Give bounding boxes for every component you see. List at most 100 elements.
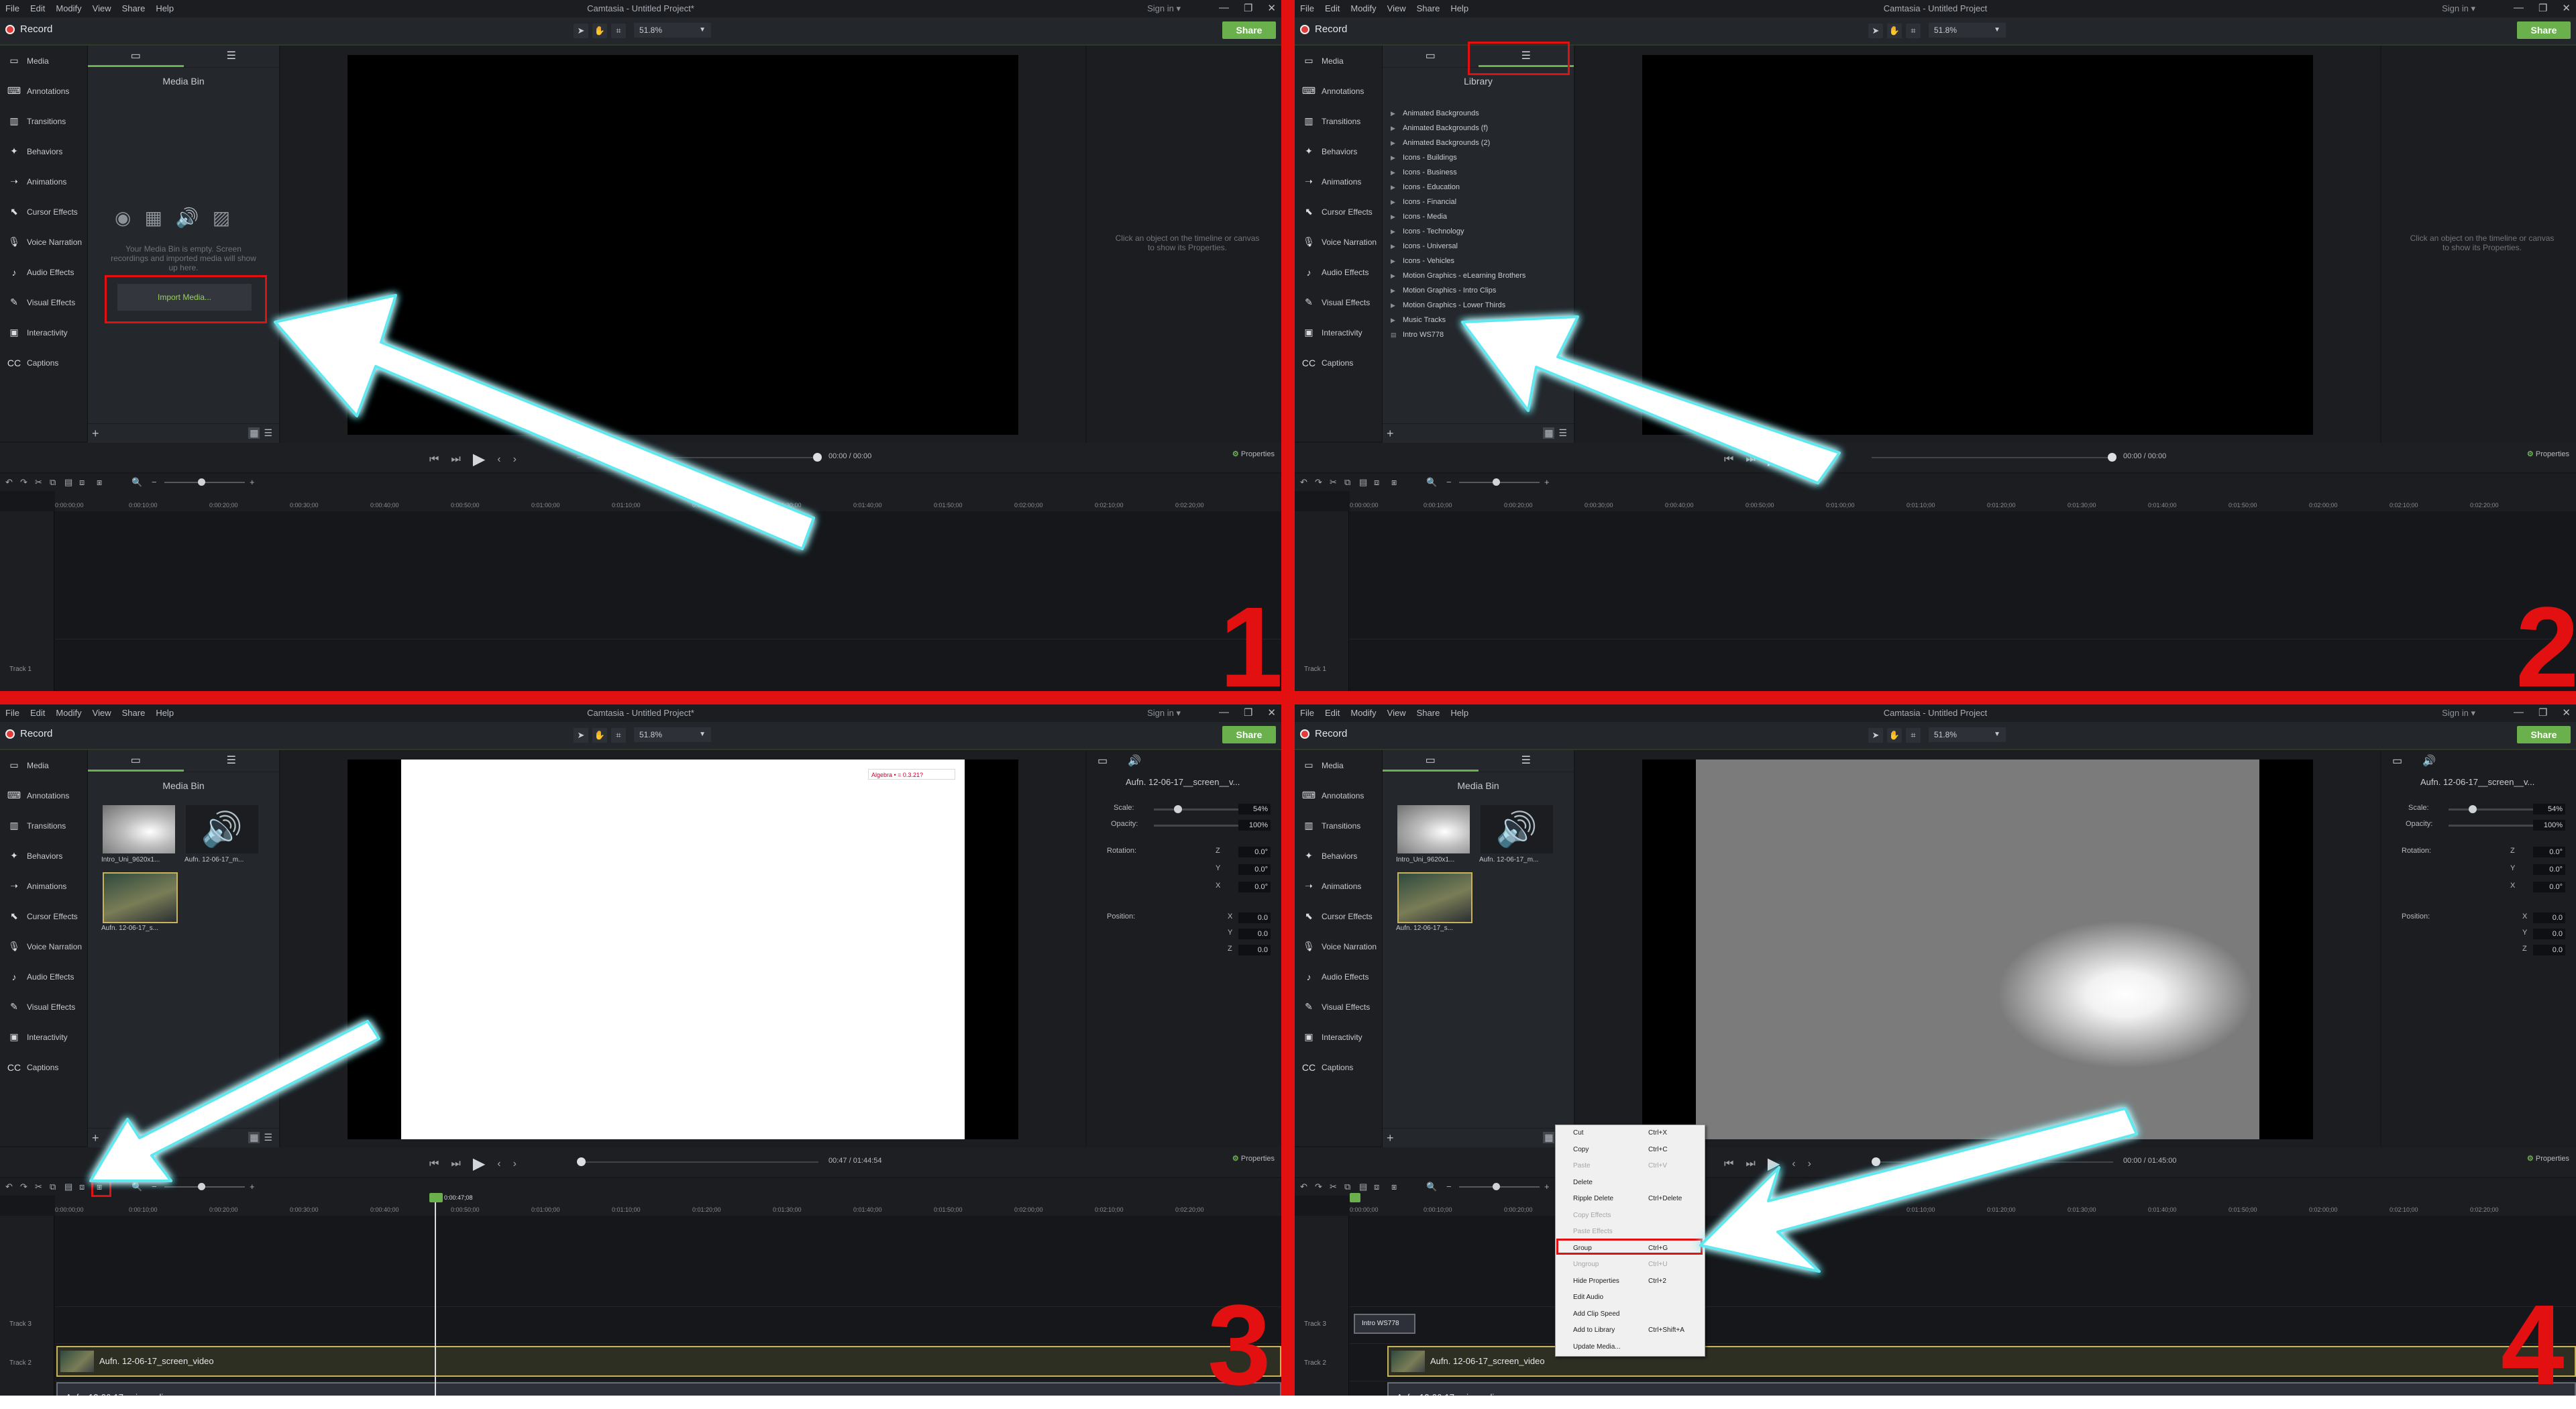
step-forward-icon[interactable]: ⏭: [451, 1158, 460, 1170]
share-button[interactable]: Share: [2517, 726, 2571, 743]
scrubber-knob[interactable]: [577, 1157, 586, 1166]
tool-item-voice-narration[interactable]: 🎙 Voice Narration: [1295, 931, 1382, 961]
undo-icon[interactable]: ↶: [5, 477, 13, 488]
menu-item-paste-effects[interactable]: Paste Effects: [1556, 1224, 1705, 1241]
tool-item-voice-narration[interactable]: 🎙 Voice Narration: [1295, 227, 1382, 257]
play-icon[interactable]: ▶: [1768, 1154, 1780, 1173]
step-forward-icon[interactable]: ⏭: [1746, 1158, 1755, 1170]
next-icon[interactable]: ›: [1808, 454, 1811, 466]
next-icon[interactable]: ›: [1808, 1158, 1811, 1170]
opacity-value[interactable]: 100%: [2533, 820, 2565, 831]
list-view-icon[interactable]: ☰: [264, 427, 272, 439]
record-button[interactable]: Record: [5, 23, 52, 35]
tab-library[interactable]: ☰: [184, 46, 280, 67]
timeline-ruler[interactable]: 0:00:00;000:00:10;000:00:20;000:00:30;00…: [1350, 1196, 2576, 1216]
tool-item-visual-effects[interactable]: ✎ Visual Effects: [1295, 287, 1382, 317]
record-button[interactable]: Record: [5, 728, 52, 739]
step-back-icon[interactable]: ⏮: [429, 454, 439, 466]
audio-props-tab-icon[interactable]: 🔊: [1128, 754, 1141, 768]
visual-props-tab-icon[interactable]: ▭: [1097, 754, 1108, 768]
tool-item-captions[interactable]: CC Captions: [1295, 348, 1382, 378]
tool-item-behaviors[interactable]: ✦ Behaviors: [1295, 136, 1382, 166]
library-item[interactable]: ▶ Icons - Buildings: [1383, 150, 1574, 165]
tool-item-transitions[interactable]: ▥ Transitions: [0, 811, 87, 841]
media-thumb-screen[interactable]: [1397, 872, 1472, 923]
tool-item-interactivity[interactable]: ▣ Interactivity: [0, 1022, 87, 1052]
redo-icon[interactable]: ↷: [1315, 1182, 1322, 1192]
audio-clip[interactable]: Aufn. 12-06-17_mic_audio: [56, 1382, 1281, 1396]
library-item[interactable]: ▶ Icons - Technology: [1383, 224, 1574, 239]
screen-recording-frame[interactable]: Algebra • = 0.3.21?: [401, 760, 965, 1139]
track-2-label[interactable]: Track 2: [1295, 1359, 1348, 1367]
tool-item-visual-effects[interactable]: ✎ Visual Effects: [0, 287, 87, 317]
next-icon[interactable]: ›: [513, 454, 517, 466]
timeline-zoom-knob[interactable]: [1493, 1183, 1500, 1190]
tool-item-interactivity[interactable]: ▣ Interactivity: [0, 317, 87, 348]
close-icon[interactable]: ✕: [1267, 2, 1276, 14]
playhead-handle[interactable]: [429, 1193, 443, 1202]
menu-item-ungroup[interactable]: Ungroup Ctrl+U: [1556, 1257, 1705, 1273]
tool-item-transitions[interactable]: ▥ Transitions: [1295, 106, 1382, 136]
canvas[interactable]: [1642, 760, 2313, 1139]
crop-tool-icon[interactable]: ⌗: [1906, 23, 1921, 38]
tool-item-cursor-effects[interactable]: ⬉ Cursor Effects: [0, 197, 87, 227]
minimize-icon[interactable]: —: [1219, 2, 1229, 14]
position-y-value[interactable]: 0.0: [1238, 929, 1271, 939]
tool-item-cursor-effects[interactable]: ⬉ Cursor Effects: [1295, 197, 1382, 227]
record-button[interactable]: Record: [1300, 23, 1347, 35]
opacity-slider[interactable]: [1154, 821, 1253, 829]
step-back-icon[interactable]: ⏮: [1724, 454, 1733, 466]
library-item[interactable]: ▶ Motion Graphics - eLearning Brothers: [1383, 268, 1574, 283]
library-item[interactable]: ▶ Music Tracks: [1383, 313, 1574, 327]
library-item[interactable]: ▶ Animated Backgrounds: [1383, 106, 1574, 121]
add-icon[interactable]: +: [1387, 1131, 1394, 1145]
undo-icon[interactable]: ↶: [1300, 1182, 1307, 1192]
menu-item-copy[interactable]: Copy Ctrl+C: [1556, 1142, 1705, 1159]
sign-in-link[interactable]: Sign in ▾: [2442, 3, 2475, 14]
rotation-x-value[interactable]: 0.0°: [1238, 882, 1271, 892]
zoom-out-icon[interactable]: −: [1446, 1182, 1452, 1192]
canvas[interactable]: [1642, 55, 2313, 435]
tool-item-transitions[interactable]: ▥ Transitions: [1295, 811, 1382, 841]
crop-tool-icon[interactable]: ⌗: [1906, 728, 1921, 743]
split-icon[interactable]: ⧈: [79, 477, 85, 488]
audio-props-tab-icon[interactable]: 🔊: [2422, 754, 2436, 768]
track-3-lane[interactable]: [55, 1306, 1281, 1342]
zoom-select[interactable]: 51.8% ▼: [1929, 727, 2006, 742]
opacity-slider[interactable]: [2449, 821, 2548, 829]
menu-item-edit-audio[interactable]: Edit Audio: [1556, 1290, 1705, 1306]
crop-tool-icon[interactable]: ⌗: [611, 728, 626, 743]
split-icon[interactable]: ⧈: [79, 1182, 85, 1192]
hand-tool-icon[interactable]: ✋: [592, 728, 607, 743]
paste-icon[interactable]: ▤: [1359, 477, 1367, 488]
menu-item-hide-properties[interactable]: Hide Properties Ctrl+2: [1556, 1273, 1705, 1290]
playback-scrubber[interactable]: [1872, 1157, 2113, 1166]
zoom-select[interactable]: 51.8% ▼: [634, 727, 711, 742]
cut-icon[interactable]: ✂: [1330, 1182, 1337, 1192]
grid-view-icon[interactable]: ▦: [1543, 1132, 1555, 1143]
tool-item-annotations[interactable]: ⌨ Annotations: [0, 780, 87, 811]
track-3-label[interactable]: Track 3: [0, 1320, 54, 1328]
track-1-label[interactable]: Track 1: [1295, 666, 1348, 673]
position-x-value[interactable]: 0.0: [1238, 912, 1271, 923]
arrow-tool-icon[interactable]: ➤: [574, 728, 588, 743]
tool-item-visual-effects[interactable]: ✎ Visual Effects: [0, 992, 87, 1022]
zoom-out-icon[interactable]: −: [152, 477, 157, 487]
detach-icon[interactable]: ⧆: [1391, 1182, 1397, 1192]
sign-in-link[interactable]: Sign in ▾: [1147, 3, 1181, 14]
tool-item-audio-effects[interactable]: ♪ Audio Effects: [0, 257, 87, 287]
close-icon[interactable]: ✕: [2562, 2, 2571, 14]
record-button[interactable]: Record: [1300, 728, 1347, 739]
timeline-ruler[interactable]: 0:00:00;000:00:10;000:00:20;000:00:30;00…: [55, 1196, 1281, 1216]
tool-item-audio-effects[interactable]: ♪ Audio Effects: [1295, 961, 1382, 992]
play-icon[interactable]: ▶: [1768, 450, 1780, 469]
tool-item-behaviors[interactable]: ✦ Behaviors: [1295, 841, 1382, 871]
tool-item-captions[interactable]: CC Captions: [1295, 1052, 1382, 1082]
library-item[interactable]: ▶ Motion Graphics - Lower Thirds: [1383, 298, 1574, 313]
tool-item-audio-effects[interactable]: ♪ Audio Effects: [1295, 257, 1382, 287]
share-button[interactable]: Share: [1222, 21, 1276, 39]
tool-item-media[interactable]: ▭ Media: [1295, 46, 1382, 76]
library-item[interactable]: ▶ Animated Backgrounds (f): [1383, 121, 1574, 136]
tool-item-captions[interactable]: CC Captions: [0, 1052, 87, 1082]
hand-tool-icon[interactable]: ✋: [1887, 728, 1902, 743]
